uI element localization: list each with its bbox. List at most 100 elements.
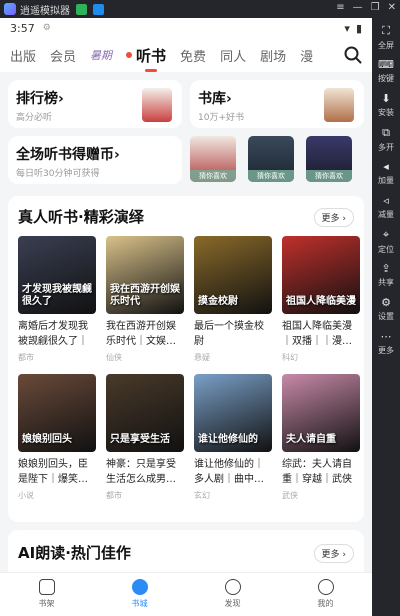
book-category: 仙侠 — [106, 353, 122, 362]
settings-icon: ⚙ — [381, 296, 391, 309]
book-item[interactable]: 娘娘别回头娘娘别回头，臣是陛下｜爆笑… 小说 — [18, 374, 96, 501]
book-item[interactable]: 摸金校尉最后一个摸金校尉悬疑 — [194, 236, 272, 363]
book-title: 我在西游开创娱乐时代｜文娱… — [106, 321, 176, 347]
gear-icon: ⚙ — [42, 23, 51, 33]
tab-shuqi[interactable]: 暑期 — [90, 47, 112, 63]
nav-bookstore[interactable]: 书城 — [93, 573, 186, 616]
sidebar-label: 多开 — [378, 143, 394, 152]
book-cover: 夫人请自重 — [282, 374, 360, 452]
book-cover: 祖国人降临美漫 — [282, 236, 360, 314]
more-button[interactable]: 更多 › — [313, 544, 354, 563]
menu-icon[interactable]: ≡ — [336, 2, 344, 13]
book-cover: 谁让他修仙的 — [194, 374, 272, 452]
library-card[interactable]: 书库› 10万+好书 — [190, 80, 364, 128]
book-category: 都市 — [18, 353, 34, 362]
book-cover: 摸金校尉 — [194, 236, 272, 314]
book-title: 娘娘别回头，臣是陛下｜爆笑… — [18, 459, 88, 485]
emulator-sidebar: ⛶ 全屏 ⌨ 按键 ⬇ 安装 ⧉ 多开 ◂ 加量 ◃ 减量 ⌖ 定位 ⇪ 共享 ⚙ 设置 ⋯ 更多 — [372, 18, 400, 616]
search-icon[interactable] — [344, 46, 362, 64]
sidebar-label: 共享 — [378, 278, 394, 287]
section-title: AI朗读·热门佳作 — [18, 544, 131, 562]
sidebar-volume-down[interactable]: ◃ 减量 — [372, 194, 400, 220]
sidebar-volume-up[interactable]: ◂ 加量 — [372, 160, 400, 186]
app-tab-icon[interactable] — [76, 3, 87, 15]
sidebar-label: 加量 — [378, 176, 394, 185]
book-cover: 才发现我被觊觎很久了 — [18, 236, 96, 314]
rank-subtitle: 高分必听 — [16, 113, 53, 123]
tab-man[interactable]: 漫 — [300, 46, 313, 65]
tab-mianfei[interactable]: 免费 — [180, 46, 206, 65]
close-icon[interactable]: ✕ — [388, 2, 396, 13]
sidebar-label: 更多 — [378, 346, 394, 355]
earn-coins-card[interactable]: 全场听书得赠币› 每日听30分钟可获得 — [8, 136, 182, 184]
book-cover: 只是享受生活 — [106, 374, 184, 452]
app-tab-icon-2[interactable] — [93, 3, 104, 15]
book-category: 悬疑 — [194, 353, 210, 362]
book-category: 小说 — [18, 491, 34, 500]
share-icon: ⇪ — [381, 262, 391, 275]
tab-huiyuan[interactable]: 会员 — [50, 46, 76, 65]
book-item[interactable]: 只是享受生活 神豪：只是享受生活怎么成男… 都市 — [106, 374, 184, 501]
book-item[interactable]: 夫人请自重 综武：夫人请自重｜穿越｜武侠 武侠 — [282, 374, 360, 501]
book-item[interactable]: 谁让他修仙的 谁让他修仙的｜多人剧｜曲中… 玄幻 — [194, 374, 272, 501]
cover-text: 夫人请自重 — [286, 434, 336, 445]
book-item[interactable]: 我在西游开创娱乐时代我在西游开创娱乐时代｜文娱… 仙侠 — [106, 236, 184, 363]
more-icon: ⋯ — [380, 330, 392, 343]
tab-tongren[interactable]: 同人 — [220, 46, 246, 65]
sidebar-settings[interactable]: ⚙ 设置 — [372, 296, 400, 322]
tab-juchang[interactable]: 剧场 — [260, 46, 286, 65]
rank-card[interactable]: 排行榜› 高分必听 — [8, 80, 182, 128]
sidebar-label: 减量 — [378, 210, 394, 219]
sidebar-fullscreen[interactable]: ⛶ 全屏 — [372, 24, 400, 51]
guess-label: 猜你喜欢 — [190, 170, 236, 182]
compass-icon — [224, 579, 241, 595]
keymap-icon: ⌨ — [378, 58, 394, 71]
sidebar-share[interactable]: ⇪ 共享 — [372, 262, 400, 288]
sidebar-multi-instance[interactable]: ⧉ 多开 — [372, 126, 400, 153]
maximize-icon[interactable]: ❐ — [371, 2, 380, 13]
location-icon: ⌖ — [382, 228, 390, 241]
nav-bookshelf[interactable]: 书架 — [0, 573, 93, 616]
install-icon: ⬇ — [381, 92, 391, 105]
cover-text: 我在西游开创娱乐时代 — [110, 284, 180, 307]
section-real-voice: 真人听书·精彩演绎 更多 › 才发现我被觊觎很久了 离婚后才发现我被觊觎很久了｜ 都… — [8, 196, 364, 522]
top-category-tabs: 出版 会员 暑期 听书 免费 同人 剧场 漫 — [0, 38, 372, 72]
book-title: 最后一个摸金校尉 — [194, 321, 264, 347]
sidebar-keymap[interactable]: ⌨ 按键 — [372, 58, 400, 84]
sidebar-install[interactable]: ⬇ 安装 — [372, 92, 400, 118]
cover-text: 谁让他修仙的 — [198, 434, 258, 445]
tab-tingshu[interactable]: 听书 — [136, 45, 166, 72]
book-item[interactable]: 才发现我被觊觎很久了 离婚后才发现我被觊觎很久了｜ 都市 — [18, 236, 96, 363]
book-item[interactable]: 祖国人降临美漫 祖国人降临美漫｜双播｜｜漫… 科幻 — [282, 236, 360, 363]
minimize-icon[interactable]: — — [353, 2, 363, 13]
guess-book-2[interactable]: 猜你喜欢 — [248, 136, 294, 182]
bottom-navigation: 书架 书城 发现 我的 — [0, 572, 372, 616]
cover-text: 只是享受生活 — [110, 434, 170, 445]
wifi-icon: ▾ — [344, 21, 350, 35]
more-button[interactable]: 更多 › — [313, 208, 354, 227]
book-category: 武侠 — [282, 491, 298, 500]
earn-subtitle: 每日听30分钟可获得 — [16, 169, 100, 179]
library-subtitle: 10万+好书 — [198, 113, 244, 123]
nav-mine[interactable]: 我的 — [279, 573, 372, 616]
nav-discover[interactable]: 发现 — [186, 573, 279, 616]
tab-chuban[interactable]: 出版 — [10, 46, 36, 65]
status-bar: 3:57 ⚙ ▾ ▮ — [0, 18, 372, 38]
multi-instance-icon: ⧉ — [382, 126, 390, 139]
nav-label: 发现 — [224, 599, 241, 608]
emulator-title-bar: 逍遥模拟器 ≡ — ❐ ✕ — [0, 0, 400, 18]
bookshelf-icon — [38, 579, 55, 595]
guess-book-1[interactable]: 猜你喜欢 — [190, 136, 236, 182]
sidebar-location[interactable]: ⌖ 定位 — [372, 228, 400, 255]
cover-text: 娘娘别回头 — [22, 434, 72, 445]
book-category: 科幻 — [282, 353, 298, 362]
book-category: 玄幻 — [194, 491, 210, 500]
user-icon — [317, 579, 334, 595]
guess-label: 猜你喜欢 — [306, 170, 352, 182]
library-title: 书库› — [198, 91, 232, 107]
nav-label: 我的 — [317, 599, 334, 608]
guess-book-3[interactable]: 猜你喜欢 — [306, 136, 352, 182]
cover-text: 才发现我被觊觎很久了 — [22, 284, 92, 307]
rank-thumbnail — [142, 88, 172, 122]
sidebar-more[interactable]: ⋯ 更多 — [372, 330, 400, 356]
